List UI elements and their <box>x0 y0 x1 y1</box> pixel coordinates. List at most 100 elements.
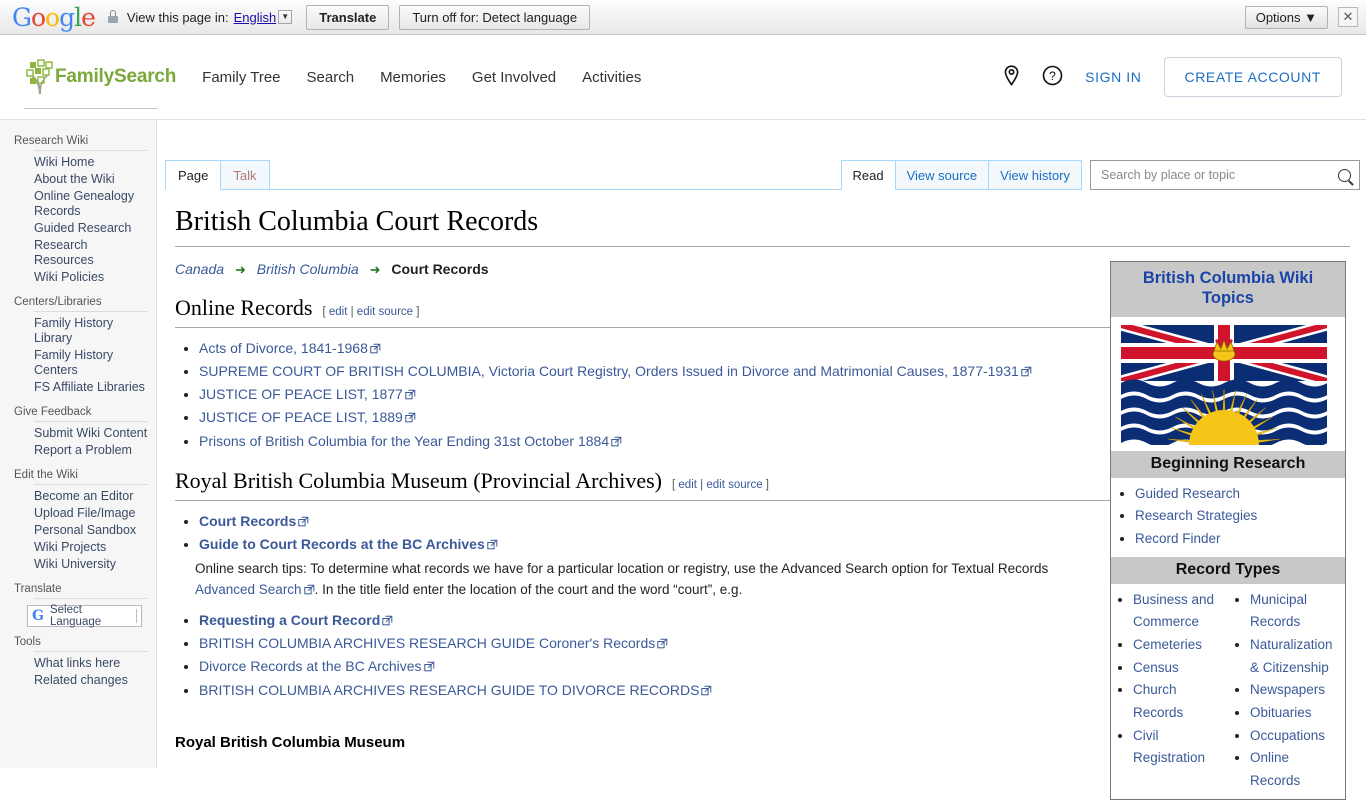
record-link[interactable]: Requesting a Court Record <box>199 612 380 628</box>
translate-options-button[interactable]: Options ▼ <box>1244 5 1328 29</box>
sidebar-item-report-a-problem[interactable]: Report a Problem <box>0 442 156 459</box>
tab-view-source[interactable]: View source <box>894 160 990 190</box>
sidebar-group-title-centers-libraries: Centers/Libraries <box>14 296 102 308</box>
sidebar-item-about-the-wiki[interactable]: About the Wiki <box>0 171 156 188</box>
search-icon[interactable] <box>1338 168 1351 182</box>
infobox-link-newspapers[interactable]: Newspapers <box>1250 682 1325 697</box>
search-input[interactable] <box>1099 167 1338 183</box>
royal-bc-museum-list: Court Records Guide to Court Records at … <box>175 511 1110 555</box>
record-link[interactable]: Divorce Records at the BC Archives <box>199 658 422 674</box>
infobox-link-online-records[interactable]: Online Records <box>1250 750 1300 788</box>
sidebar-item-personal-sandbox[interactable]: Personal Sandbox <box>0 522 156 539</box>
sidebar-item-wiki-home[interactable]: Wiki Home <box>0 154 156 171</box>
record-link[interactable]: JUSTICE OF PEACE LIST, 1889 <box>199 409 403 425</box>
record-link[interactable]: JUSTICE OF PEACE LIST, 1877 <box>199 386 403 402</box>
sidebar-item-fs-affiliate-libraries[interactable]: FS Affiliate Libraries <box>0 379 156 396</box>
edit-source-link[interactable]: edit source <box>706 479 762 491</box>
translate-language-link[interactable]: English <box>234 10 277 25</box>
sidebar-item-what-links-here[interactable]: What links here <box>0 655 156 672</box>
infobox-link-record-finder[interactable]: Record Finder <box>1135 531 1221 546</box>
record-link[interactable]: Guide to Court Records at the BC Archive… <box>199 536 485 552</box>
sidebar-item-family-history-centers[interactable]: Family History Centers <box>0 347 156 379</box>
sidebar-item-wiki-university[interactable]: Wiki University <box>0 556 156 573</box>
translate-button[interactable]: Translate <box>306 4 390 30</box>
edit-link[interactable]: edit <box>678 479 697 491</box>
sidebar-item-research-resources[interactable]: Research Resources <box>0 237 156 269</box>
sidebar-item-wiki-projects[interactable]: Wiki Projects <box>0 539 156 556</box>
sidebar-item-related-changes[interactable]: Related changes <box>0 672 156 689</box>
sidebar-item-wiki-policies[interactable]: Wiki Policies <box>0 269 156 286</box>
section-heading-royal-bc-museum: Royal British Columbia Museum (Provincia… <box>175 467 1110 496</box>
list-item: Occupations <box>1250 725 1343 748</box>
familysearch-logo-text: FamilySearch <box>55 66 177 87</box>
sidebar-item-submit-wiki-content[interactable]: Submit Wiki Content <box>0 425 156 442</box>
list-item: Requesting a Court Record <box>199 610 1110 630</box>
record-link[interactable]: Court Records <box>199 513 296 529</box>
infobox-link-guided-research[interactable]: Guided Research <box>1135 486 1240 501</box>
online-records-list: Acts of Divorce, 1841-1968 SUPREME COURT… <box>175 338 1110 451</box>
edit-source-link[interactable]: edit source <box>357 306 413 318</box>
tab-bar: Page Talk Read View source View history <box>157 150 1366 190</box>
divider <box>34 598 148 599</box>
tab-talk[interactable]: Talk <box>220 160 270 190</box>
nav-item-get-involved[interactable]: Get Involved <box>472 69 556 86</box>
sidebar-item-online-genealogy-records[interactable]: Online Genealogy Records <box>0 188 156 220</box>
sidebar-item-family-history-library[interactable]: Family History Library <box>0 315 156 347</box>
external-link-icon <box>303 581 315 594</box>
infobox-link-cemeteries[interactable]: Cemeteries <box>1133 637 1202 652</box>
infobox-link-census[interactable]: Census <box>1133 660 1179 675</box>
breadcrumb-item-british-columbia[interactable]: British Columbia <box>257 261 359 277</box>
page-title: British Columbia Court Records <box>175 206 539 237</box>
record-link[interactable]: BRITISH COLUMBIA ARCHIVES RESEARCH GUIDE… <box>199 635 655 651</box>
arrow-right-icon: ➜ <box>369 262 381 277</box>
turn-off-translate-button[interactable]: Turn off for: Detect language <box>399 4 591 30</box>
infobox-link-church-records[interactable]: Church Records <box>1133 682 1183 720</box>
record-link[interactable]: Prisons of British Columbia for the Year… <box>199 433 609 449</box>
sidebar-item-guided-research[interactable]: Guided Research <box>0 220 156 237</box>
divider <box>34 150 148 151</box>
infobox-link-municipal-records[interactable]: Municipal Records <box>1250 592 1307 630</box>
primary-nav: Family Tree Search Memories Get Involved… <box>202 69 641 86</box>
sign-in-link[interactable]: SIGN IN <box>1085 69 1141 85</box>
location-pin-icon[interactable] <box>1003 65 1020 89</box>
nav-item-memories[interactable]: Memories <box>380 69 446 86</box>
search-box[interactable] <box>1090 160 1360 190</box>
infobox-link-occupations[interactable]: Occupations <box>1250 728 1325 743</box>
infobox-link-research-strategies[interactable]: Research Strategies <box>1135 508 1257 523</box>
infobox-link-naturalization-citizenship[interactable]: Naturalization & Citizenship <box>1250 637 1333 675</box>
section-edit-links: [ edit | edit source ] <box>322 306 420 318</box>
record-link[interactable]: SUPREME COURT OF BRITISH COLUMBIA, Victo… <box>199 363 1019 379</box>
sidebar-item-become-an-editor[interactable]: Become an Editor <box>0 488 156 505</box>
infobox-link-business-and-commerce[interactable]: Business and Commerce <box>1133 592 1214 630</box>
chevron-down-icon[interactable]: ▼ <box>278 10 293 24</box>
tab-view-history[interactable]: View history <box>988 160 1082 190</box>
close-icon[interactable]: ✕ <box>1338 7 1358 27</box>
translate-options-label: Options <box>1255 9 1301 25</box>
record-link[interactable]: BRITISH COLUMBIA ARCHIVES RESEARCH GUIDE… <box>199 682 699 698</box>
breadcrumb-item-canada[interactable]: Canada <box>175 261 224 277</box>
nav-item-activities[interactable]: Activities <box>582 69 641 86</box>
infobox-title: British Columbia Wiki Topics <box>1111 262 1345 317</box>
nav-item-family-tree[interactable]: Family Tree <box>202 69 280 86</box>
nav-item-search[interactable]: Search <box>307 69 355 86</box>
edit-link[interactable]: edit <box>329 306 348 318</box>
list-item: Record Finder <box>1135 528 1339 551</box>
sidebar-group-title-edit-the-wiki: Edit the Wiki <box>14 469 78 481</box>
sidebar-item-upload-file-image[interactable]: Upload File/Image <box>0 505 156 522</box>
advanced-search-link[interactable]: Advanced Search <box>195 582 302 597</box>
create-account-button[interactable]: CREATE ACCOUNT <box>1163 57 1342 97</box>
tab-page[interactable]: Page <box>165 160 222 190</box>
infobox-link-obituaries[interactable]: Obituaries <box>1250 705 1312 720</box>
infobox-link-civil-registration[interactable]: Civil Registration <box>1133 728 1205 766</box>
external-link-icon <box>423 657 435 672</box>
list-item: Guide to Court Records at the BC Archive… <box>199 534 1110 554</box>
family-tree-logo-icon <box>24 58 58 96</box>
sidebar-group-title-tools: Tools <box>14 636 41 648</box>
select-language-widget[interactable]: G Select Language <box>27 604 142 628</box>
record-link[interactable]: Acts of Divorce, 1841-1968 <box>199 340 368 356</box>
familysearch-logo[interactable]: FamilySearch <box>24 58 176 96</box>
help-icon[interactable]: ? <box>1042 65 1063 89</box>
tab-read[interactable]: Read <box>840 160 896 190</box>
list-item: Obituaries <box>1250 702 1343 725</box>
divider <box>175 326 1110 328</box>
